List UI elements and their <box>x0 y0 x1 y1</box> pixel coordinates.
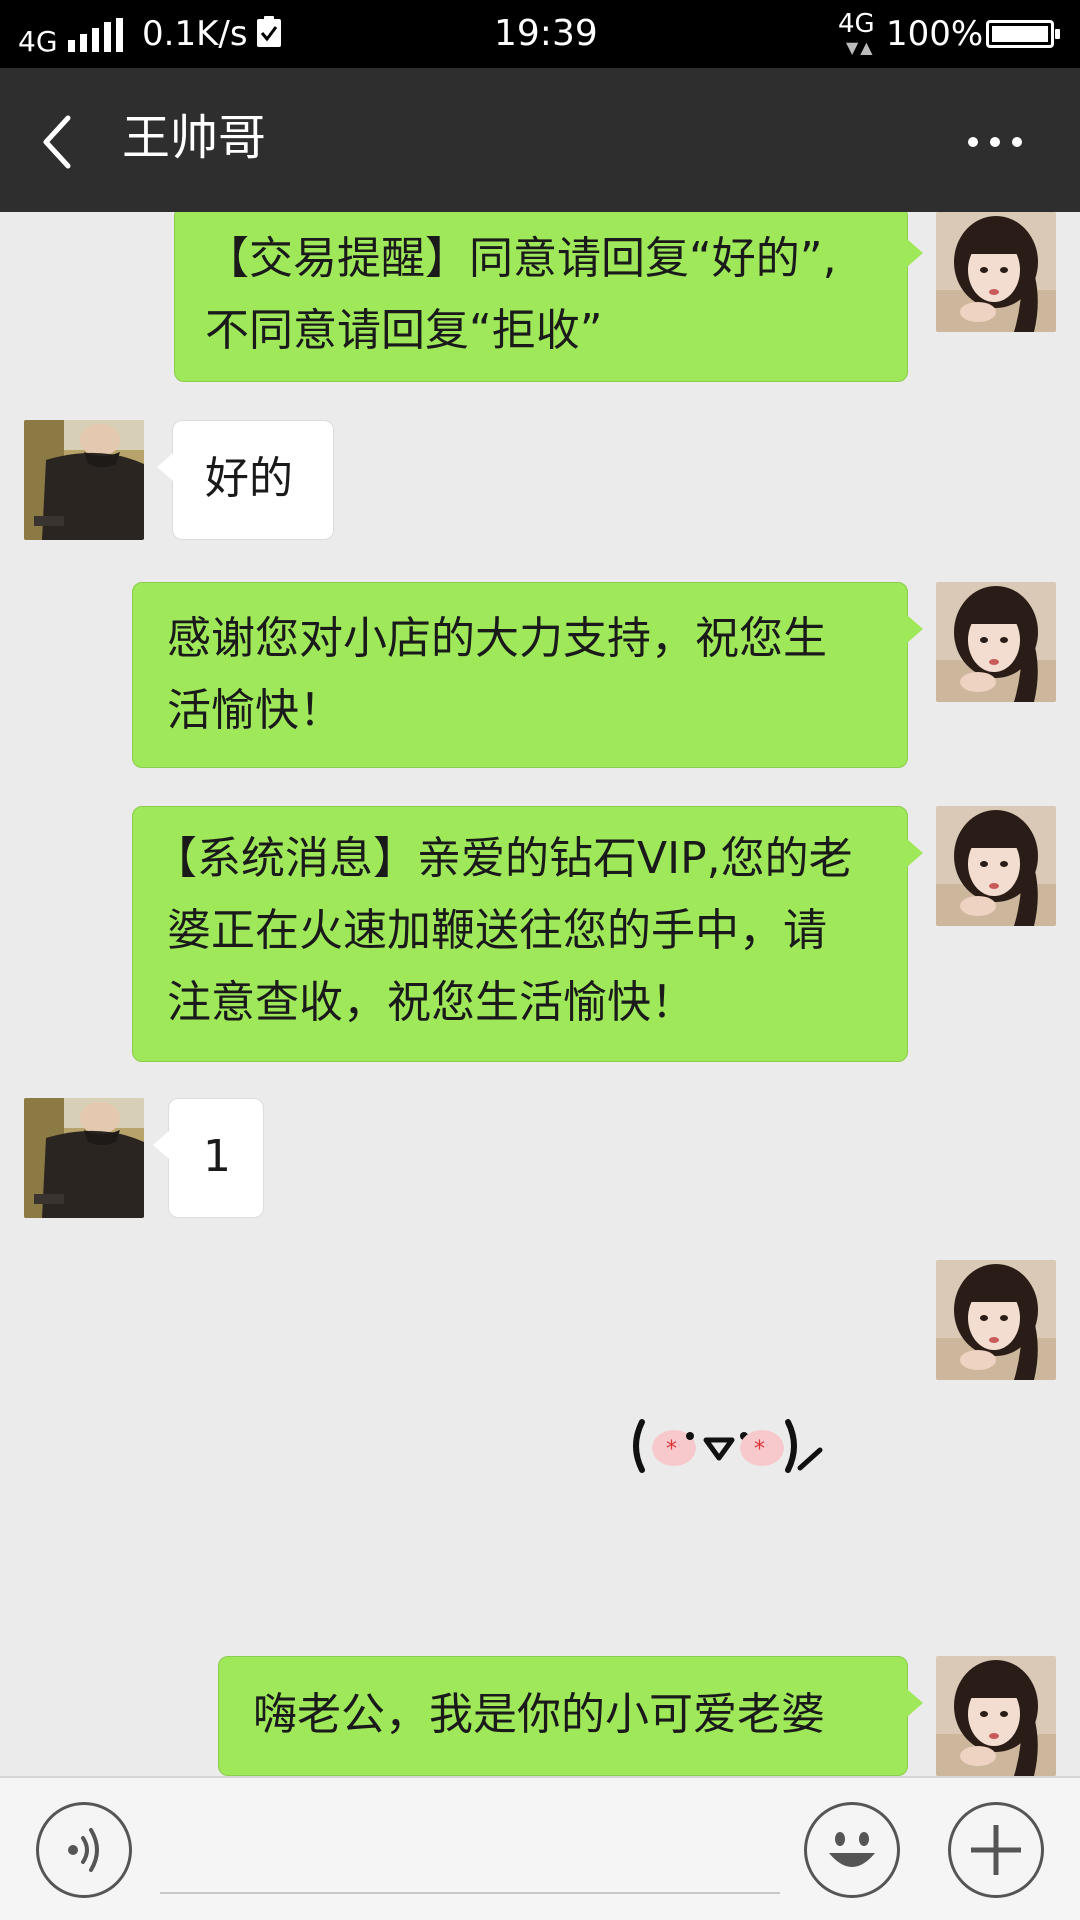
emoji-button[interactable] <box>804 1802 900 1898</box>
voice-button[interactable] <box>36 1802 132 1898</box>
my-avatar[interactable] <box>936 1260 1056 1380</box>
network-type-right: 4G <box>838 9 875 39</box>
contact-avatar[interactable] <box>24 1098 144 1218</box>
message-line: 【系统消息】亲爱的钻石VIP,您的老 <box>153 833 853 884</box>
message-line: 不同意请回复“拒收” <box>205 305 603 356</box>
plus-icon <box>971 1825 1021 1875</box>
svg-text:*: * <box>666 1437 677 1462</box>
clock: 19:39 <box>494 13 598 54</box>
battery-icon <box>986 20 1060 48</box>
contact-name: 王帅哥 <box>122 110 267 166</box>
check-icon <box>257 16 281 47</box>
data-arrows-icon: ▼▲ <box>846 38 875 57</box>
svg-text:*: * <box>754 1437 765 1462</box>
kaomoji-sticker[interactable]: * * <box>628 1406 828 1486</box>
more-dots-icon[interactable] <box>968 134 1024 150</box>
voice-icon <box>68 1828 99 1872</box>
message-line: 感谢您对小店的大力支持，祝您生 <box>167 613 827 664</box>
message-list[interactable]: 【交易提醒】同意请回复“好的”, 不同意请回复“拒收” 好的 感谢您对小店的大力… <box>0 212 1080 1776</box>
chat-header: 王帅哥 <box>0 68 1080 212</box>
sent-message-bubble[interactable]: 嗨老公，我是你的小可爱老婆 <box>218 1656 923 1776</box>
message-line: 婆正在火速加鞭送往您的手中，请 <box>167 905 827 956</box>
received-message-bubble[interactable]: 好的 <box>157 420 334 540</box>
message-line: 活愉快！ <box>167 685 343 736</box>
back-chevron-icon[interactable] <box>38 114 78 170</box>
sent-message-bubble[interactable]: 【系统消息】亲爱的钻石VIP,您的老 婆正在火速加鞭送往您的手中，请 注意查收，… <box>132 806 923 1062</box>
message-line: 嗨老公，我是你的小可爱老婆 <box>253 1689 825 1740</box>
message-line: 1 <box>203 1131 231 1182</box>
sent-message-bubble[interactable]: 感谢您对小店的大力支持，祝您生 活愉快！ <box>132 582 923 768</box>
my-avatar[interactable] <box>936 1656 1056 1776</box>
plus-button[interactable] <box>948 1802 1044 1898</box>
message-line: 【交易提醒】同意请回复“好的”, <box>205 233 837 284</box>
contact-avatar[interactable] <box>24 420 144 540</box>
network-speed: 0.1K/s <box>142 14 248 54</box>
my-avatar[interactable] <box>936 212 1056 332</box>
battery-percent: 100% <box>886 14 984 54</box>
signal-icon <box>68 18 123 52</box>
my-avatar[interactable] <box>936 582 1056 702</box>
sent-message-bubble[interactable]: 【交易提醒】同意请回复“好的”, 不同意请回复“拒收” <box>174 212 923 382</box>
status-bar: 4G 0.1K/s 19:39 4G ▼▲ 100% <box>0 0 1080 68</box>
input-bar <box>0 1776 1080 1920</box>
message-line: 注意查收，祝您生活愉快！ <box>167 977 695 1028</box>
emoji-icon <box>829 1832 875 1867</box>
message-input[interactable] <box>160 1892 780 1894</box>
message-line: 好的 <box>205 453 293 504</box>
received-message-bubble[interactable]: 1 <box>153 1098 264 1218</box>
my-avatar[interactable] <box>936 806 1056 926</box>
network-type-left: 4G <box>18 25 58 58</box>
